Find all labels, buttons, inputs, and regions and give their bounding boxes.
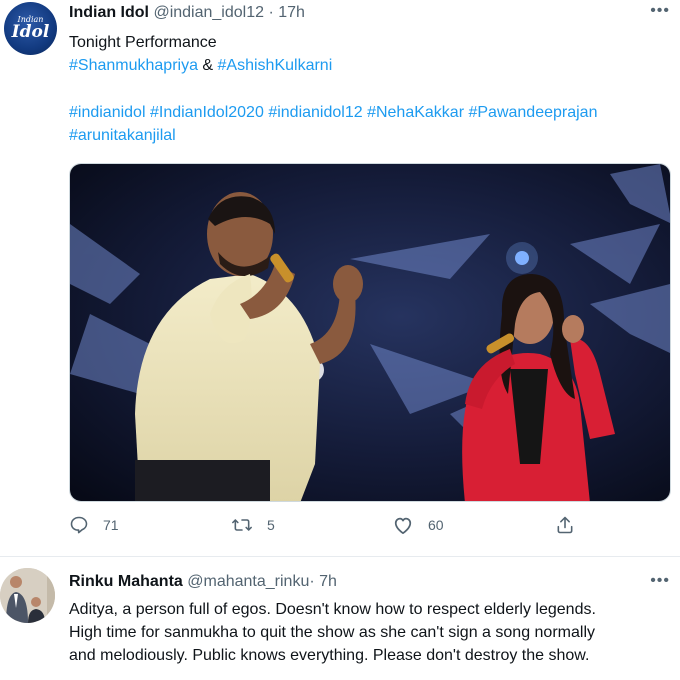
like-count: 60 xyxy=(428,517,444,533)
tweet-actions: 71 5 60 xyxy=(69,515,609,543)
hashtags-line: #arunitakanjilal xyxy=(69,124,176,147)
avatar[interactable] xyxy=(0,568,55,623)
tweet-header: Indian Idol @indian_idol12 · 17h xyxy=(69,3,305,23)
share-icon xyxy=(557,516,573,534)
like-icon xyxy=(394,517,412,535)
hashtag-link[interactable]: #indianidol xyxy=(69,104,146,121)
retweet-button[interactable]: 5 xyxy=(231,515,275,535)
handle[interactable]: @mahanta_rinku xyxy=(187,573,309,590)
reply-text-line: Aditya, a person full of egos. Doesn't k… xyxy=(69,601,596,618)
hashtag-link[interactable]: #IndianIdol2020 xyxy=(150,104,264,121)
tweet-photo[interactable] xyxy=(69,163,671,502)
reply-text-line: High time for sanmukha to quit the show … xyxy=(69,624,595,641)
avatar-photo xyxy=(0,568,55,623)
hashtag-link[interactable]: #Pawandeeprajan xyxy=(468,104,597,121)
hashtag-link[interactable]: #arunitakanjilal xyxy=(69,127,176,144)
retweet-count: 5 xyxy=(267,517,275,533)
indian-idol-logo: Indian Idol xyxy=(11,15,50,42)
tweet-text-line: Tonight Performance xyxy=(69,34,217,51)
display-name[interactable]: Indian Idol xyxy=(69,4,149,21)
more-icon[interactable]: ••• xyxy=(650,2,670,20)
avatar[interactable]: Indian Idol xyxy=(4,2,57,55)
reply-button[interactable]: 71 xyxy=(69,515,119,535)
timestamp[interactable]: 17h xyxy=(278,4,305,21)
reply-text: Aditya, a person full of egos. Doesn't k… xyxy=(69,598,669,667)
like-button[interactable]: 60 xyxy=(392,515,444,535)
hashtag-link[interactable]: #AshishKulkarni xyxy=(218,57,333,74)
divider xyxy=(0,556,680,557)
performance-photo xyxy=(70,164,670,501)
hashtags-line: #indianidol #IndianIdol2020 #indianidol1… xyxy=(69,101,597,124)
display-name[interactable]: Rinku Mahanta xyxy=(69,573,183,590)
reply-icon xyxy=(70,516,88,534)
hashtag-link[interactable]: #Shanmukhapriya xyxy=(69,57,198,74)
hashtag-link[interactable]: #NehaKakkar xyxy=(367,104,464,121)
share-button[interactable] xyxy=(555,515,589,535)
hashtag-link[interactable]: #indianidol12 xyxy=(268,104,362,121)
ampersand: & xyxy=(197,57,218,74)
more-icon[interactable]: ••• xyxy=(650,572,670,590)
separator: · xyxy=(309,573,315,590)
reply-text-line: and melodiously. Public knows everything… xyxy=(69,647,590,664)
retweet-icon xyxy=(232,519,252,531)
timestamp[interactable]: 7h xyxy=(319,573,337,590)
handle[interactable]: @indian_idol12 xyxy=(153,4,264,21)
reply-count: 71 xyxy=(103,517,119,533)
separator: · xyxy=(268,4,274,21)
tweet-mentions-line: #Shanmukhapriya & #AshishKulkarni xyxy=(69,54,332,77)
reply-header: Rinku Mahanta @mahanta_rinku· 7h xyxy=(69,572,337,592)
